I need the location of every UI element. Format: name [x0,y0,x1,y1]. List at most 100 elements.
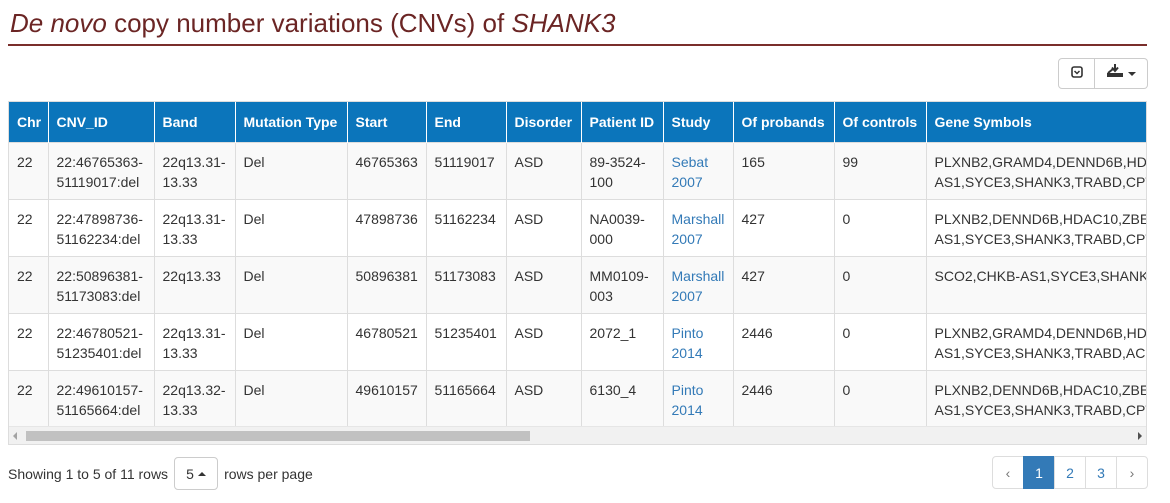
cell-of-probands-text: 427 [741,211,765,227]
export-button[interactable] [1095,58,1148,89]
cell-end: 51165664 [426,370,507,427]
cell-disorder: ASD [506,199,582,257]
cell-patient-id: 6130_4 [581,370,664,427]
table-row: 22 22:49610157-51165664:del 22q13.32-13.… [9,370,1146,427]
cell-start: 46780521 [347,313,427,371]
cell-end-text: 51165664 [434,382,496,398]
cell-disorder-text: ASD [514,268,544,284]
cell-of-controls-text: 0 [842,382,851,398]
page-next-button[interactable]: › [1116,456,1148,489]
cell-of-probands-text: 427 [741,268,765,284]
column-header-end[interactable]: End [426,102,507,143]
rows-per-page-text: rows per page [224,465,313,482]
cell-gene-symbols: PLXNB2,DENND6B,HDAC10,ZBED4-AS1,SYCE3,SH… [926,370,1146,427]
cell-start-text: 46780521 [355,325,418,341]
cell-of-controls-text: 99 [842,154,859,170]
table-row: 22 22:46780521-51235401:del 22q13.31-13.… [9,313,1147,371]
column-header-study[interactable]: Study [663,102,734,143]
cell-cnv-id: 22:49610157-51165664:del [48,370,155,427]
cell-chr: 22 [9,142,49,200]
cell-mutation-type-text: Del [243,211,265,227]
cell-gene-symbols-text: PLXNB2,GRAMD4,DENND6B,HDAC10,ZBED4-AS1,S… [934,325,1147,361]
cell-chr: 22 [9,313,49,371]
cell-cnv-id-text: 22:49610157-51165664:del [56,382,143,418]
column-header-of-controls[interactable]: Of controls [834,102,927,143]
scroll-left-arrow-icon[interactable] [13,432,17,440]
column-header-band[interactable]: Band [154,102,236,143]
study-link[interactable]: Marshall 2007 [672,211,725,247]
column-header-patient-id[interactable]: Patient ID [581,102,664,143]
cell-band-text: 22q13.31-13.33 [162,154,226,190]
column-header-gene-symbols[interactable]: Gene Symbols [926,102,1146,143]
cell-of-controls-text: 0 [842,268,851,284]
column-header-mutation-type[interactable]: Mutation Type [235,102,348,143]
cell-gene-symbols: SCO2,CHKB-AS1,SYCE3,SHANK3 [926,256,1146,314]
cell-of-controls-text: 0 [842,325,851,341]
column-header-start[interactable]: Start [347,102,427,143]
pagination: ‹ 1 2 3 › [992,456,1148,489]
page-button-2[interactable]: 2 [1054,456,1086,489]
cell-end: 51162234 [426,199,507,257]
cell-gene-symbols: PLXNB2,GRAMD4,DENND6B,HDAC10,ZBED4-AS1,S… [926,313,1147,371]
cell-band: 22q13.31-13.33 [154,313,236,371]
cell-patient-id-text: 89-3524-100 [589,154,646,190]
cell-of-controls: 0 [834,199,927,257]
showing-rows-text: Showing 1 to 5 of 11 rows [8,465,169,482]
column-header-of-probands[interactable]: Of probands [733,102,835,143]
table-row: 22 22:47898736-51162234:del 22q13.31-13.… [9,199,1146,257]
page-button-3[interactable]: 3 [1085,456,1117,489]
columns-toggle-button[interactable] [1058,58,1095,89]
column-header-cnv-id[interactable]: CNV_ID [48,102,155,143]
cell-end: 51119017 [426,142,507,200]
cell-cnv-id: 22:50896381-51173083:del [48,256,155,314]
cell-end-text: 51162234 [434,211,496,227]
cell-cnv-id-text: 22:50896381-51173083:del [56,268,143,304]
cell-chr-text: 22 [17,325,33,341]
study-link[interactable]: Pinto 2014 [672,325,704,361]
cell-of-probands-text: 165 [741,154,765,170]
page-prev-button[interactable]: ‹ [992,456,1024,489]
horizontal-scrollbar[interactable] [9,426,1146,444]
cell-of-probands: 427 [733,256,835,314]
scrollbar-thumb[interactable] [26,431,530,441]
cell-band-text: 22q13.33 [162,268,221,284]
cell-end-text: 51235401 [434,325,497,341]
cell-mutation-type: Del [235,142,348,200]
cell-cnv-id: 22:47898736-51162234:del [48,199,155,257]
cell-band-text: 22q13.31-13.33 [162,211,226,247]
cell-patient-id-text: 6130_4 [589,382,637,398]
cell-cnv-id: 22:46780521-51235401:del [48,313,155,371]
cell-chr-text: 22 [17,211,33,227]
title-divider [8,44,1147,46]
cell-mutation-type: Del [235,199,348,257]
title-text: copy number variations (CNVs) of [106,8,512,38]
cnv-table-container: Chr CNV_ID Band Mutation Type Start End … [8,101,1147,445]
cell-disorder-text: ASD [514,325,544,341]
study-link[interactable]: Marshall 2007 [672,268,725,304]
column-header-chr[interactable]: Chr [9,102,49,143]
cell-start: 49610157 [347,370,427,427]
cell-end-text: 51173083 [434,268,496,284]
page-size-dropdown[interactable]: 5 [174,457,219,490]
cell-mutation-type-text: Del [243,325,265,341]
cell-gene-symbols-text: PLXNB2,GRAMD4,DENND6B,HDAC10,ZBED4-AS1,S… [934,154,1147,190]
cell-of-controls: 0 [834,256,927,314]
cell-of-probands: 2446 [733,313,835,371]
study-link[interactable]: Sebat 2007 [672,154,709,190]
cell-start: 46765363 [347,142,427,200]
cell-of-controls: 0 [834,370,927,427]
page-button-1[interactable]: 1 [1023,456,1055,489]
cell-start-text: 50896381 [355,268,418,284]
cell-start: 50896381 [347,256,427,314]
cell-band: 22q13.33 [154,256,236,314]
scroll-right-arrow-icon[interactable] [1138,432,1142,440]
cell-chr-text: 22 [17,268,33,284]
cell-of-controls: 99 [834,142,927,200]
table-header-row: Chr CNV_ID Band Mutation Type Start End … [9,102,1146,143]
cell-mutation-type: Del [235,256,348,314]
column-header-disorder[interactable]: Disorder [506,102,582,143]
cell-disorder: ASD [506,370,582,427]
study-link[interactable]: Pinto 2014 [672,382,704,418]
cell-patient-id-text: 2072_1 [589,325,637,341]
cell-study: Sebat 2007 [663,142,734,200]
